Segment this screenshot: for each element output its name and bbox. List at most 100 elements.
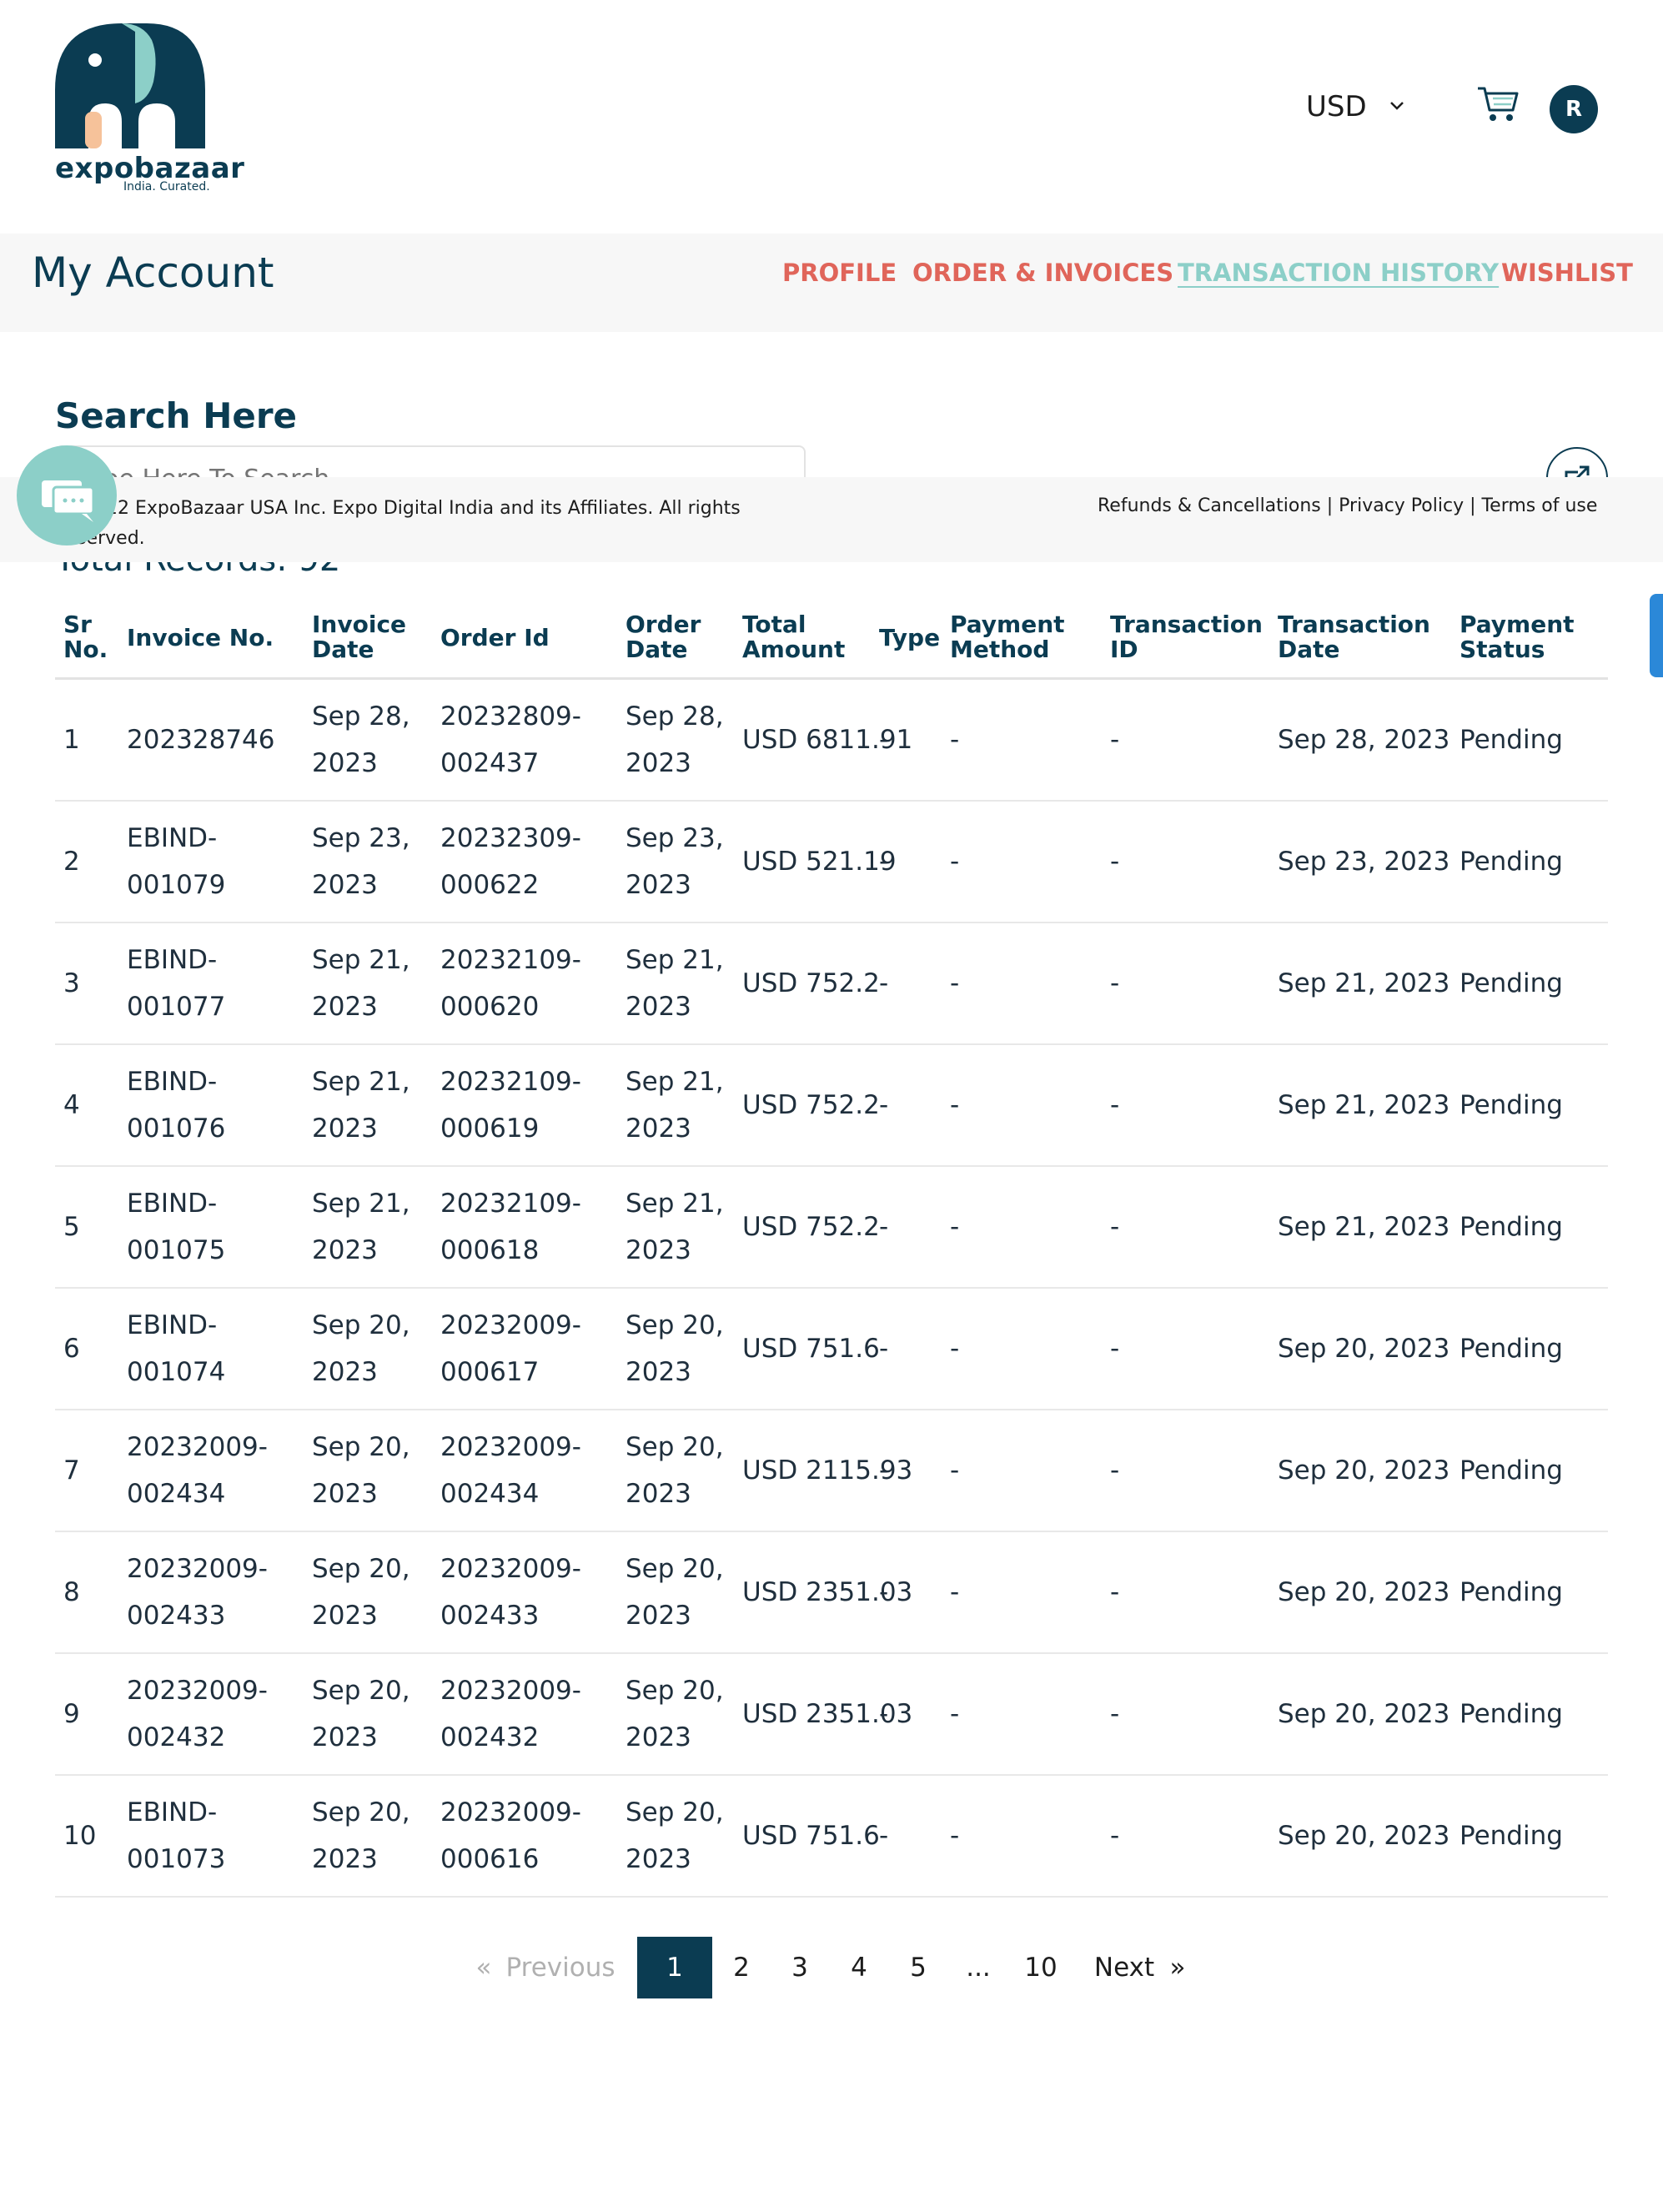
- table-row: 6 EBIND-001074 Sep 20, 2023 20232009-000617…: [55, 1289, 1608, 1410]
- cell-type: -: [879, 1090, 889, 1120]
- pagination-page-5[interactable]: 5: [901, 1937, 936, 1998]
- pagination-page-2[interactable]: 2: [724, 1937, 759, 1998]
- pagination-next[interactable]: Next: [1089, 1937, 1159, 1998]
- cell-transaction-date: Sep 21, 2023: [1278, 968, 1450, 998]
- cell-order-id: 20232109-000620: [440, 945, 581, 1022]
- cell-total-amount: USD 752.2: [742, 1090, 880, 1120]
- cell-order-id: 20232109-000618: [440, 1189, 581, 1265]
- cell-sr-no: 7: [63, 1455, 80, 1486]
- user-avatar[interactable]: R: [1550, 85, 1598, 133]
- cell-invoice-no: 20232009-002433: [127, 1554, 268, 1631]
- cell-invoice-date: Sep 21, 2023: [312, 1067, 410, 1144]
- table-header: Sr No. Invoice No. Invoice Date Order Id…: [55, 601, 1608, 680]
- cell-total-amount: USD 752.2: [742, 1212, 880, 1242]
- cell-payment-status: Pending: [1460, 1699, 1563, 1729]
- cell-order-date: Sep 23, 2023: [626, 823, 724, 900]
- cell-transaction-date: Sep 23, 2023: [1278, 847, 1450, 877]
- cell-transaction-date: Sep 28, 2023: [1278, 725, 1450, 755]
- cell-order-date: Sep 21, 2023: [626, 1067, 724, 1144]
- pagination-prev-arrow: «: [475, 1953, 492, 1983]
- tab-wishlist[interactable]: WISHLIST: [1501, 259, 1633, 287]
- cell-order-date: Sep 20, 2023: [626, 1676, 724, 1752]
- pagination-next-arrow[interactable]: »: [1161, 1937, 1194, 1998]
- cell-invoice-date: Sep 23, 2023: [312, 823, 410, 900]
- pagination-page-3[interactable]: 3: [782, 1937, 817, 1998]
- pagination-page-1[interactable]: 1: [637, 1937, 712, 1998]
- cell-payment-status: Pending: [1460, 1212, 1563, 1242]
- cell-invoice-date: Sep 28, 2023: [312, 701, 410, 778]
- pagination-previous: Previous: [505, 1953, 615, 1983]
- cell-transaction-date: Sep 21, 2023: [1278, 1090, 1450, 1120]
- chat-widget-button[interactable]: [17, 445, 117, 545]
- cell-payment-status: Pending: [1460, 1821, 1563, 1851]
- cell-sr-no: 9: [63, 1699, 80, 1729]
- cell-transaction-date: Sep 20, 2023: [1278, 1455, 1450, 1486]
- cell-transaction-id: -: [1110, 1699, 1120, 1729]
- cell-order-date: Sep 28, 2023: [626, 701, 724, 778]
- table-body: 1 202328746 Sep 28, 2023 20232809-002437 Sep…: [55, 680, 1608, 1898]
- logo-tagline: India. Curated.: [123, 180, 210, 194]
- table-row: 3 EBIND-001077 Sep 21, 2023 20232109-000620…: [55, 923, 1608, 1045]
- cell-payment-status: Pending: [1460, 847, 1563, 877]
- cell-order-id: 20232009-000617: [440, 1310, 581, 1387]
- cart-icon[interactable]: [1476, 83, 1520, 123]
- cell-invoice-date: Sep 20, 2023: [312, 1797, 410, 1874]
- cell-transaction-date: Sep 20, 2023: [1278, 1821, 1450, 1851]
- cell-total-amount: USD 521.19: [742, 847, 897, 877]
- cell-order-date: Sep 20, 2023: [626, 1797, 724, 1874]
- cell-payment-status: Pending: [1460, 1334, 1563, 1364]
- transaction-table: Sr No. Invoice No. Invoice Date Order Id…: [55, 601, 1608, 1898]
- footer-copyright: © 2022 ExpoBazaar USA Inc. Expo Digital …: [58, 498, 741, 549]
- cell-order-id: 20232009-002434: [440, 1432, 581, 1509]
- cell-invoice-no: EBIND-001079: [127, 823, 226, 900]
- column-header: Payment Status: [1460, 611, 1575, 663]
- page-title: My Account: [32, 249, 274, 297]
- pagination-page-10[interactable]: 10: [1019, 1937, 1063, 1998]
- cell-sr-no: 5: [63, 1212, 80, 1242]
- cell-order-date: Sep 20, 2023: [626, 1310, 724, 1387]
- cell-payment-status: Pending: [1460, 725, 1563, 755]
- cell-transaction-id: -: [1110, 725, 1120, 755]
- cell-invoice-no: 20232009-002434: [127, 1432, 268, 1509]
- table-row: 7 20232009-002434 Sep 20, 2023 20232009-002…: [55, 1410, 1608, 1532]
- cell-order-id: 20232809-002437: [440, 701, 581, 778]
- tab-order-invoices[interactable]: ORDER & INVOICES: [912, 259, 1173, 287]
- cell-transaction-date: Sep 20, 2023: [1278, 1699, 1450, 1729]
- table-row: 4 EBIND-001076 Sep 21, 2023 20232109-000619…: [55, 1045, 1608, 1167]
- chevron-down-icon[interactable]: [1388, 97, 1406, 115]
- chat-icon: [42, 480, 95, 522]
- cell-payment-method: -: [950, 1090, 960, 1120]
- cell-invoice-no: EBIND-001076: [127, 1067, 226, 1144]
- cell-transaction-id: -: [1110, 847, 1120, 877]
- search-heading: Search Here: [55, 395, 298, 436]
- cell-sr-no: 4: [63, 1090, 80, 1120]
- tab-profile[interactable]: PROFILE: [782, 259, 897, 287]
- cell-total-amount: USD 752.2: [742, 968, 880, 998]
- cell-invoice-date: Sep 20, 2023: [312, 1310, 410, 1387]
- footer-links[interactable]: Refunds & Cancellations | Privacy Policy…: [1098, 495, 1597, 516]
- tab-transaction-history[interactable]: TRANSACTION HISTORY: [1178, 259, 1499, 287]
- cell-transaction-date: Sep 21, 2023: [1278, 1212, 1450, 1242]
- cell-invoice-no: EBIND-001075: [127, 1189, 226, 1265]
- cell-invoice-date: Sep 21, 2023: [312, 1189, 410, 1265]
- cell-order-date: Sep 20, 2023: [626, 1554, 724, 1631]
- cell-invoice-no: EBIND-001073: [127, 1797, 226, 1874]
- cell-order-id: 20232009-002433: [440, 1554, 581, 1631]
- cell-invoice-date: Sep 20, 2023: [312, 1432, 410, 1509]
- cell-invoice-no: 20232009-002432: [127, 1676, 268, 1752]
- currency-selector[interactable]: USD: [1306, 90, 1367, 123]
- pagination-page-4[interactable]: 4: [842, 1937, 877, 1998]
- cell-payment-method: -: [950, 847, 960, 877]
- cell-payment-method: -: [950, 1212, 960, 1242]
- cell-payment-status: Pending: [1460, 1090, 1563, 1120]
- cell-type: -: [879, 1455, 889, 1486]
- pagination-ellipsis: ...: [966, 1953, 991, 1983]
- feedback-side-tab[interactable]: [1650, 594, 1663, 677]
- cell-total-amount: USD 751.6: [742, 1334, 880, 1364]
- cell-type: -: [879, 1212, 889, 1242]
- table-row: 2 EBIND-001079 Sep 23, 2023 20232309-000622…: [55, 802, 1608, 923]
- cell-payment-status: Pending: [1460, 1455, 1563, 1486]
- cell-total-amount: USD 751.6: [742, 1821, 880, 1851]
- cell-invoice-date: Sep 21, 2023: [312, 945, 410, 1022]
- column-header: Transaction ID: [1110, 611, 1263, 663]
